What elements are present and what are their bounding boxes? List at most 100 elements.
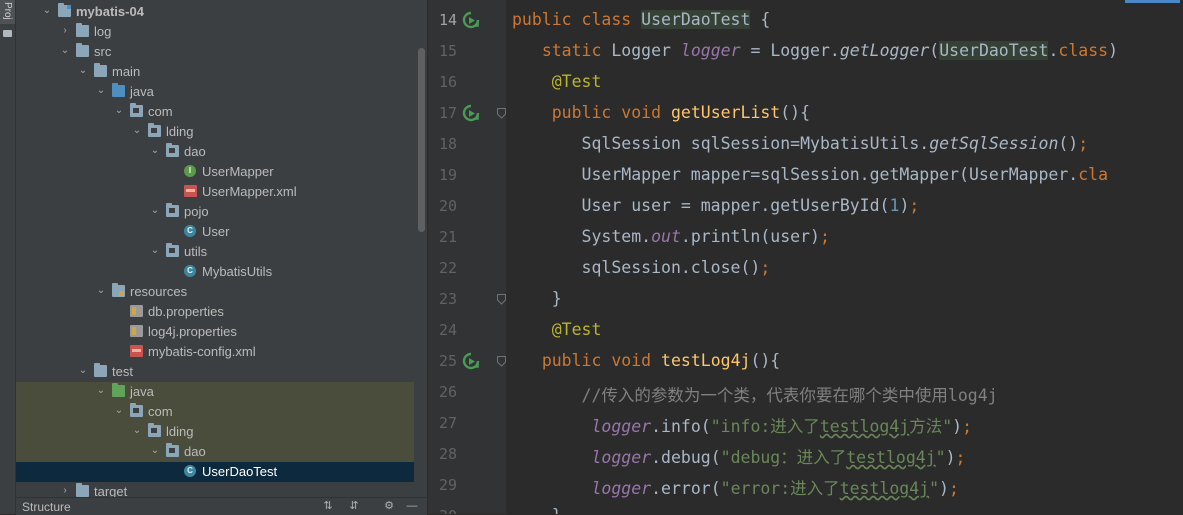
chevron-right-icon[interactable]: › — [60, 486, 70, 496]
code-line[interactable]: } — [512, 506, 562, 514]
code-line[interactable]: public class UserDaoTest { — [512, 10, 770, 29]
tree-item[interactable]: ⌄ mybatis-04 — [16, 2, 414, 22]
tree-item[interactable]: log4j.properties — [16, 322, 414, 342]
chevron-down-icon[interactable]: ⌄ — [78, 366, 88, 376]
tree-item-label: resources — [130, 284, 188, 299]
run-test-icon[interactable] — [462, 104, 480, 122]
class-icon: C — [184, 225, 196, 237]
chevron-right-icon[interactable]: › — [60, 26, 70, 36]
sort-visibility-icon[interactable]: ⇵ — [347, 499, 361, 513]
folder-icon[interactable] — [3, 30, 12, 37]
line-number: 19 — [438, 166, 457, 184]
chevron-down-icon[interactable]: ⌄ — [150, 246, 160, 256]
code-line[interactable]: //传入的参数为一个类，代表你要在哪个类中使用log4j — [512, 382, 998, 406]
test-folder-icon — [112, 383, 125, 397]
editor-gutter: 14 15 16 17 18 19 20 21 22 23 24 25 26 27 28 29 30 — [429, 0, 506, 514]
chevron-down-icon[interactable]: ⌄ — [96, 386, 106, 396]
line-number: 17 — [438, 104, 457, 122]
properties-file-icon — [130, 325, 143, 337]
tree-item[interactable]: C UserDaoTest — [16, 462, 414, 482]
chevron-down-icon[interactable]: ⌄ — [60, 46, 70, 56]
properties-file-icon — [130, 305, 143, 317]
tree-item[interactable]: ⌄ lding — [16, 122, 414, 142]
tree-item-label: User — [202, 224, 230, 239]
tree-item-label: com — [148, 404, 173, 419]
tree-item[interactable]: ⌄ test — [16, 362, 414, 382]
tree-item[interactable]: I UserMapper — [16, 162, 414, 182]
line-number: 23 — [438, 290, 457, 308]
gear-icon[interactable]: ⚙ — [382, 499, 396, 513]
chevron-down-icon[interactable]: ⌄ — [96, 86, 106, 96]
project-tree-scrollbar[interactable] — [418, 48, 425, 232]
tree-item[interactable]: › log — [16, 22, 414, 42]
code-line[interactable]: logger.info("info:进入了testlog4j方法"); — [512, 413, 972, 437]
code-line[interactable]: } — [512, 289, 562, 308]
code-line[interactable]: sqlSession.close(); — [512, 258, 771, 277]
code-editor[interactable]: 14 15 16 17 18 19 20 21 22 23 24 25 26 27 28 29 30 publi… — [428, 0, 1183, 514]
chevron-down-icon[interactable]: ⌄ — [150, 206, 160, 216]
tree-item[interactable]: ⌄ resources — [16, 282, 414, 302]
package-icon — [166, 443, 179, 457]
project-tool-tab[interactable]: Proj — [0, 0, 15, 24]
folder-icon — [76, 23, 89, 37]
fold-marker-icon[interactable] — [497, 294, 506, 305]
tree-item-label: main — [112, 64, 141, 79]
chevron-down-icon[interactable]: ⌄ — [42, 6, 52, 16]
code-line[interactable]: public void testLog4j(){ — [512, 351, 780, 370]
tree-item[interactable]: ⌄ main — [16, 62, 414, 82]
tree-item[interactable]: ⌄ com — [16, 402, 414, 422]
xml-file-icon — [130, 345, 143, 357]
tree-item[interactable]: UserMapper.xml — [16, 182, 414, 202]
tree-item-label: db.properties — [148, 304, 224, 319]
chevron-down-icon[interactable]: ⌄ — [96, 286, 106, 296]
chevron-down-icon[interactable]: ⌄ — [150, 446, 160, 456]
chevron-down-icon[interactable]: ⌄ — [114, 106, 124, 116]
tree-item[interactable]: mybatis-config.xml — [16, 342, 414, 362]
tree-item[interactable]: ⌄ java — [16, 382, 414, 402]
tree-item-label: java — [130, 84, 154, 99]
tree-item[interactable]: ⌄ lding — [16, 422, 414, 442]
tree-item-label: UserMapper — [202, 164, 274, 179]
fold-marker-icon[interactable] — [497, 356, 506, 367]
sort-alpha-icon[interactable]: ⇅ — [321, 499, 335, 513]
tree-item[interactable]: ⌄ dao — [16, 142, 414, 162]
tree-item-label: UserMapper.xml — [202, 184, 297, 199]
chevron-down-icon[interactable]: ⌄ — [78, 66, 88, 76]
run-test-icon[interactable] — [462, 11, 480, 29]
run-test-icon[interactable] — [462, 352, 480, 370]
test-class-icon: C — [184, 465, 196, 477]
code-line[interactable]: logger.error("error:进入了testlog4j"); — [512, 475, 958, 499]
tree-item[interactable]: ⌄ java — [16, 82, 414, 102]
chevron-down-icon[interactable]: ⌄ — [114, 406, 124, 416]
tree-item-label: src — [94, 44, 112, 59]
code-line[interactable]: SqlSession sqlSession=MybatisUtils.getSq… — [512, 134, 1089, 153]
code-line[interactable]: public void getUserList(){ — [512, 103, 810, 122]
tree-item[interactable]: ⌄ utils — [16, 242, 414, 262]
tree-item-label: dao — [184, 444, 206, 459]
tree-item-label: UserDaoTest — [202, 464, 278, 479]
tree-item[interactable]: C MybatisUtils — [16, 262, 414, 282]
chevron-down-icon[interactable]: ⌄ — [150, 146, 160, 156]
minimize-icon[interactable]: — — [405, 499, 419, 513]
tree-item[interactable]: C User — [16, 222, 414, 242]
tree-item[interactable]: ⌄ dao — [16, 442, 414, 462]
tree-item[interactable]: ⌄ src — [16, 42, 414, 62]
code-line[interactable]: @Test — [512, 72, 602, 91]
class-icon: C — [184, 265, 196, 277]
tree-item-label: lding — [166, 124, 194, 139]
code-line[interactable]: User user = mapper.getUserById(1); — [512, 196, 920, 215]
fold-marker-icon[interactable] — [497, 108, 506, 119]
project-tree-panel: ⌄ mybatis-04 › log ⌄ src ⌄ main ⌄ java ⌄ com ⌄ lding ⌄… — [16, 0, 427, 514]
chevron-down-icon[interactable]: ⌄ — [132, 426, 142, 436]
tree-item[interactable]: ⌄ pojo — [16, 202, 414, 222]
code-line[interactable]: System.out.println(user); — [512, 227, 830, 246]
chevron-down-icon[interactable]: ⌄ — [132, 126, 142, 136]
tree-item[interactable]: ⌄ com — [16, 102, 414, 122]
line-number: 16 — [438, 73, 457, 91]
tree-item[interactable]: db.properties — [16, 302, 414, 322]
code-line[interactable]: static Logger logger = Logger.getLogger(… — [512, 41, 1118, 60]
tree-item-label: dao — [184, 144, 206, 159]
code-line[interactable]: UserMapper mapper=sqlSession.getMapper(U… — [512, 165, 1109, 184]
code-line[interactable]: @Test — [512, 320, 602, 339]
code-line[interactable]: logger.debug("debug：进入了testlog4j"); — [512, 444, 965, 468]
